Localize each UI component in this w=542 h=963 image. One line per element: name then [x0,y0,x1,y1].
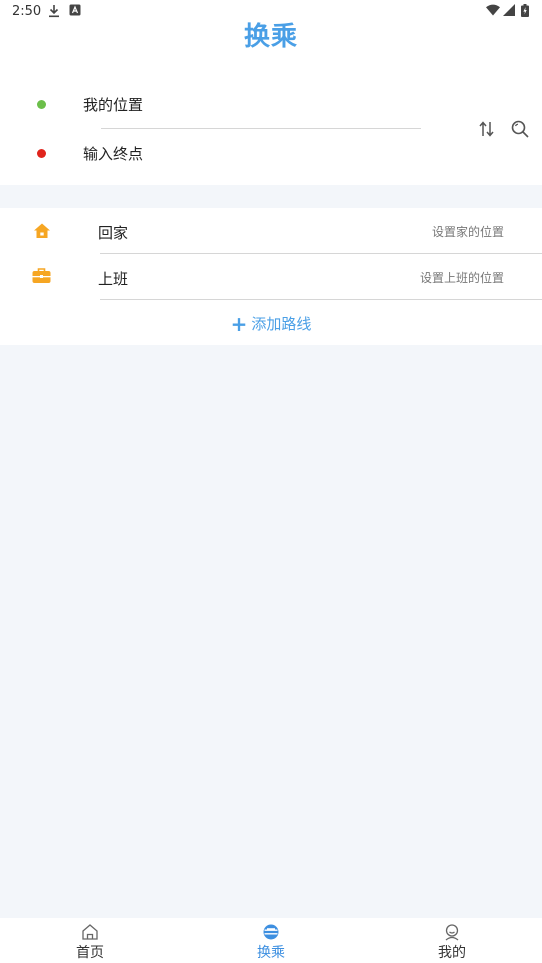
list-item[interactable]: 回家 设置家的位置 [0,208,542,254]
signal-icon [503,4,515,16]
destination-input[interactable]: 输入终点 [83,143,143,164]
shortcut-label: 回家 [98,224,129,242]
shortcut-hint: 设置家的位置 [431,225,504,239]
destination-dot [37,149,46,158]
tab-home[interactable]: 首页 [0,918,180,963]
shortcut-label: 上班 [98,270,129,288]
route-divider [101,128,421,129]
route-header: 换乘 我的位置 输入终点 [0,22,542,185]
transfer-icon [263,924,279,940]
profile-icon [445,924,459,941]
home-outline-icon [82,924,98,940]
tab-profile[interactable]: 我的 [362,918,542,963]
tab-bar: 首页 换乘 我的 [0,918,542,963]
plus-icon: + [230,312,248,336]
tab-label: 首页 [76,945,104,961]
shortcut-hint: 设置上班的位置 [419,271,504,285]
origin-dot [37,100,46,109]
tab-label: 换乘 [257,945,285,961]
page-title: 换乘 [243,22,298,52]
add-route-label: 添加路线 [251,315,312,333]
search-icon[interactable] [508,117,532,141]
tab-label: 我的 [438,945,466,961]
swap-icon[interactable] [475,117,499,141]
wifi-icon [486,4,500,16]
shortcut-divider [100,299,542,300]
origin-field[interactable]: 我的位置 [83,94,143,115]
briefcase-icon [32,268,51,283]
tab-transfer[interactable]: 换乘 [181,918,361,963]
home-icon [34,223,50,238]
shortcut-list: 回家 设置家的位置 上班 设置上班的位置 + 添加路线 [0,208,542,345]
list-item[interactable]: 上班 设置上班的位置 [0,254,542,300]
add-route-button[interactable]: + 添加路线 [0,312,542,336]
